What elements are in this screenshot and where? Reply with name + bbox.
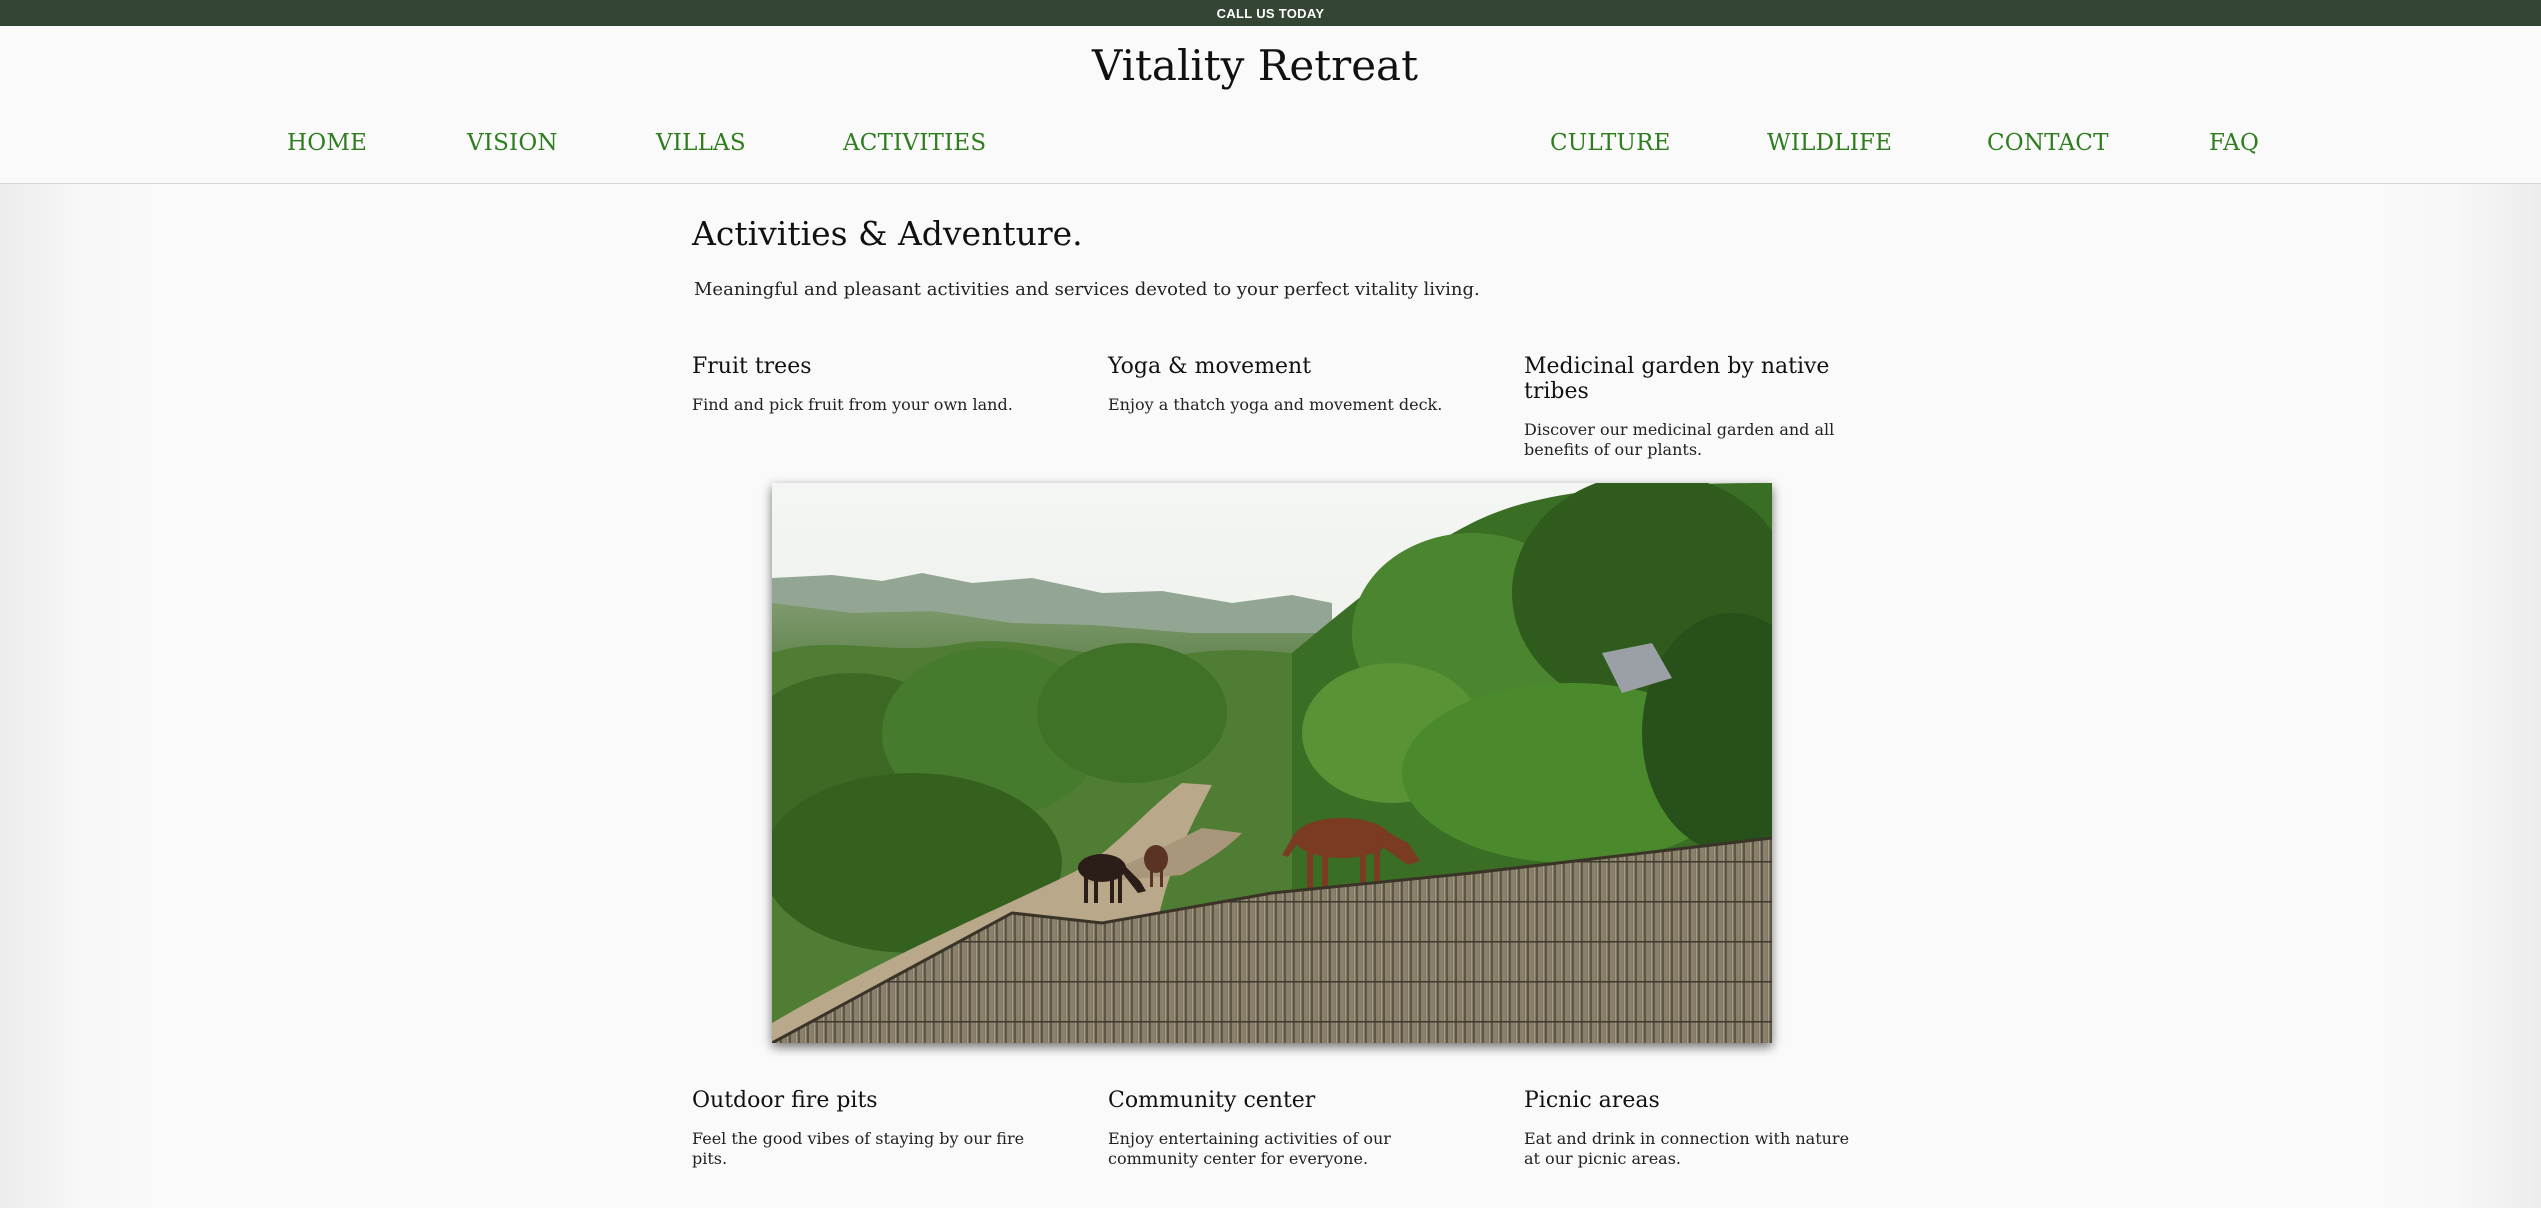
feature-title: Community center (1108, 1088, 1316, 1113)
site-header: Vitality Retreat HOME VISION VILLAS ACTI… (0, 26, 2541, 184)
intro-text: Meaningful and pleasant activities and s… (694, 279, 1480, 300)
nav-faq[interactable]: FAQ (2209, 130, 2259, 156)
call-us-text[interactable]: CALL US TODAY (1217, 6, 1325, 21)
feature-description: Enjoy a thatch yoga and movement deck. (1108, 395, 1443, 414)
feature-title: Fruit trees (692, 354, 812, 379)
nav-culture[interactable]: CULTURE (1550, 130, 1671, 156)
nav-contact[interactable]: CONTACT (1987, 130, 2109, 156)
feature-description: Find and pick fruit from your own land. (692, 395, 1013, 414)
page-heading: Activities & Adventure. (692, 214, 1083, 253)
feature-medicinal-garden: Medicinal garden by native tribes Discov… (1524, 354, 1859, 460)
feature-description: Feel the good vibes of staying by our fi… (692, 1129, 1025, 1168)
activities-photo (772, 483, 1772, 1043)
feature-community-center: Community center Enjoy entertaining acti… (1108, 1088, 1443, 1169)
feature-yoga-movement: Yoga & movement Enjoy a thatch yoga and … (1108, 354, 1443, 415)
site-title[interactable]: Vitality Retreat (0, 41, 2510, 90)
main-content: Activities & Adventure. Meaningful and p… (0, 184, 2541, 1208)
nav-wildlife[interactable]: WILDLIFE (1767, 130, 1892, 156)
feature-outdoor-fire-pits: Outdoor fire pits Feel the good vibes of… (692, 1088, 1027, 1169)
top-announcement-bar: CALL US TODAY (0, 0, 2541, 26)
feature-title: Outdoor fire pits (692, 1088, 878, 1113)
feature-title: Picnic areas (1524, 1088, 1660, 1113)
feature-title: Yoga & movement (1108, 354, 1312, 379)
feature-picnic-areas: Picnic areas Eat and drink in connection… (1524, 1088, 1859, 1169)
nav-home[interactable]: HOME (287, 130, 367, 156)
feature-fruit-trees: Fruit trees Find and pick fruit from you… (692, 354, 1027, 415)
feature-description: Eat and drink in connection with nature … (1524, 1129, 1850, 1168)
nav-activities[interactable]: ACTIVITIES (843, 130, 986, 156)
feature-description: Enjoy entertaining activities of our com… (1108, 1129, 1391, 1168)
feature-description: Discover our medicinal garden and all be… (1524, 420, 1835, 459)
nav-vision[interactable]: VISION (467, 130, 558, 156)
nav-villas[interactable]: VILLAS (656, 130, 746, 156)
feature-title: Medicinal garden by native tribes (1524, 354, 1830, 404)
